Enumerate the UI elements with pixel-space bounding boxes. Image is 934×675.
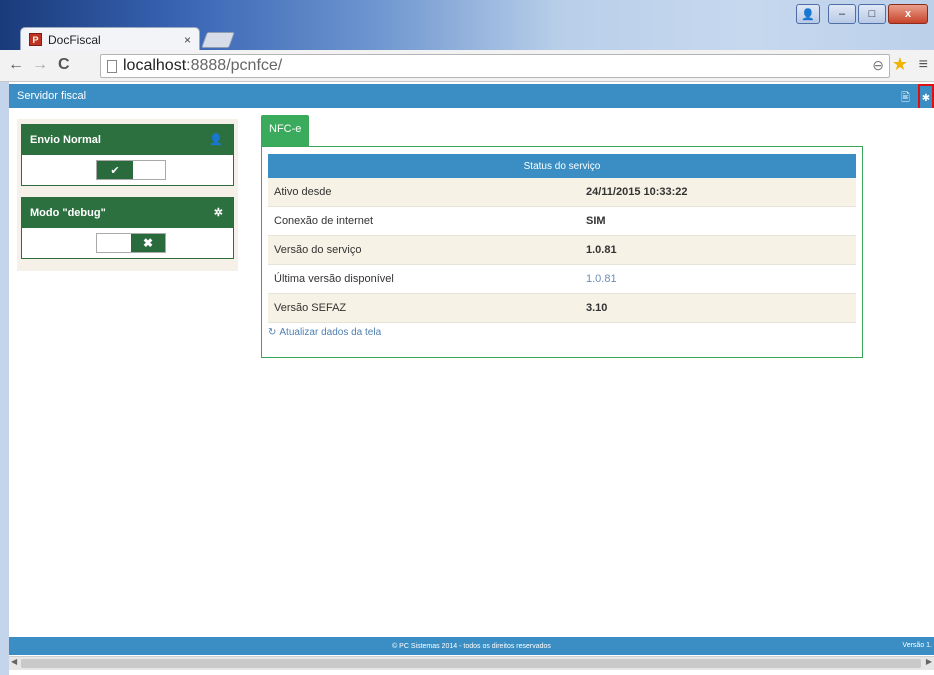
cross-icon: ✖	[131, 234, 165, 252]
maximize-button[interactable]: □	[858, 4, 886, 24]
table-row: Ativo desde 24/11/2015 10:33:22	[268, 178, 856, 207]
version-text: Versão 1.	[902, 642, 932, 649]
row-label: Conexão de internet	[274, 215, 374, 227]
row-value: 1.0.81	[586, 273, 617, 285]
card-header: Envio Normal 👤	[22, 125, 233, 155]
envio-normal-card: Envio Normal 👤 ✔	[21, 124, 234, 186]
envio-normal-toggle[interactable]: ✔	[96, 160, 166, 180]
refresh-link[interactable]: ↻ Atualizar dados da tela	[268, 327, 381, 338]
horizontal-scrollbar[interactable]: ◀ ▶	[9, 656, 934, 670]
row-value: SIM	[586, 215, 606, 227]
app-header: Servidor fiscal 🖹 ✱	[9, 84, 934, 112]
new-tab-button[interactable]	[201, 32, 235, 48]
browser-tab[interactable]: P DocFiscal ×	[20, 27, 200, 51]
row-value: 3.10	[586, 302, 608, 314]
star-icon[interactable]: ★	[892, 54, 908, 75]
table-row: Última versão disponível 1.0.81	[268, 265, 856, 294]
refresh-label: Atualizar dados da tela	[279, 327, 382, 338]
forward-arrow-icon[interactable]: →	[32, 56, 48, 74]
row-label: Ativo desde	[274, 186, 332, 198]
minimize-button[interactable]: –	[828, 4, 856, 24]
row-value: 24/11/2015 10:33:22	[586, 186, 688, 198]
window-left-border	[0, 82, 9, 675]
reload-icon[interactable]: C	[58, 56, 70, 74]
table-row: Versão SEFAZ 3.10	[268, 294, 856, 323]
address-bar[interactable]: localhost:8888/pcnfce/	[100, 54, 890, 78]
user-icon: 👤	[209, 134, 223, 146]
modo-debug-toggle[interactable]: ✖	[96, 233, 166, 253]
page-icon	[107, 59, 117, 73]
refresh-icon: ↻	[268, 327, 277, 338]
status-table: Status do serviço Ativo desde 24/11/2015…	[268, 154, 856, 323]
menu-icon[interactable]: ≡	[919, 56, 928, 74]
bug-icon: ✲	[213, 207, 223, 219]
row-label: Versão SEFAZ	[274, 302, 347, 314]
tab-nfce[interactable]: NFC-e	[261, 115, 309, 146]
tab-close-icon[interactable]: ×	[184, 33, 191, 47]
tab-title: DocFiscal	[48, 32, 101, 47]
app-footer: © PC Sistemas 2014 - todos os direitos r…	[9, 637, 934, 655]
app-title: Servidor fiscal	[17, 90, 87, 102]
main-content: Envio Normal 👤 ✔ Modo "debug" ✲ ✖ NFC-e …	[9, 108, 934, 637]
nfce-panel: Status do serviço Ativo desde 24/11/2015…	[261, 146, 863, 358]
scrollbar-thumb[interactable]	[21, 659, 921, 668]
url-text: localhost:8888/pcnfce/	[123, 57, 283, 74]
copyright-text: © PC Sistemas 2014 - todos os direitos r…	[392, 642, 551, 650]
docfiscal-favicon-icon: P	[29, 33, 42, 46]
row-label: Versão do serviço	[274, 244, 362, 256]
user-icon[interactable]: 👤	[796, 4, 820, 24]
browser-toolbar: ← → C localhost:8888/pcnfce/	[0, 50, 934, 82]
table-body: Ativo desde 24/11/2015 10:33:22 Conexão …	[268, 178, 856, 323]
document-icon[interactable]: 🖹	[901, 89, 910, 108]
close-window-button[interactable]: x	[888, 4, 928, 24]
table-header: Status do serviço	[268, 154, 856, 178]
modo-debug-card: Modo "debug" ✲ ✖	[21, 197, 234, 259]
card-header: Modo "debug" ✲	[22, 198, 233, 228]
row-value: 1.0.81	[586, 244, 617, 256]
card-title: Modo "debug"	[30, 207, 106, 219]
scroll-left-icon[interactable]: ◀	[11, 657, 17, 666]
table-row: Conexão de internet SIM	[268, 207, 856, 236]
left-panel: Envio Normal 👤 ✔ Modo "debug" ✲ ✖	[17, 119, 238, 271]
back-arrow-icon[interactable]: ←	[8, 56, 24, 74]
table-row: Versão do serviço 1.0.81	[268, 236, 856, 265]
row-label: Última versão disponível	[274, 273, 394, 285]
zoom-icon[interactable]: ⊖	[872, 57, 884, 74]
checkmark-icon: ✔	[97, 161, 133, 179]
window-controls: 👤 – □ x	[796, 4, 928, 24]
card-title: Envio Normal	[30, 134, 101, 146]
scroll-right-icon[interactable]: ▶	[926, 657, 932, 666]
